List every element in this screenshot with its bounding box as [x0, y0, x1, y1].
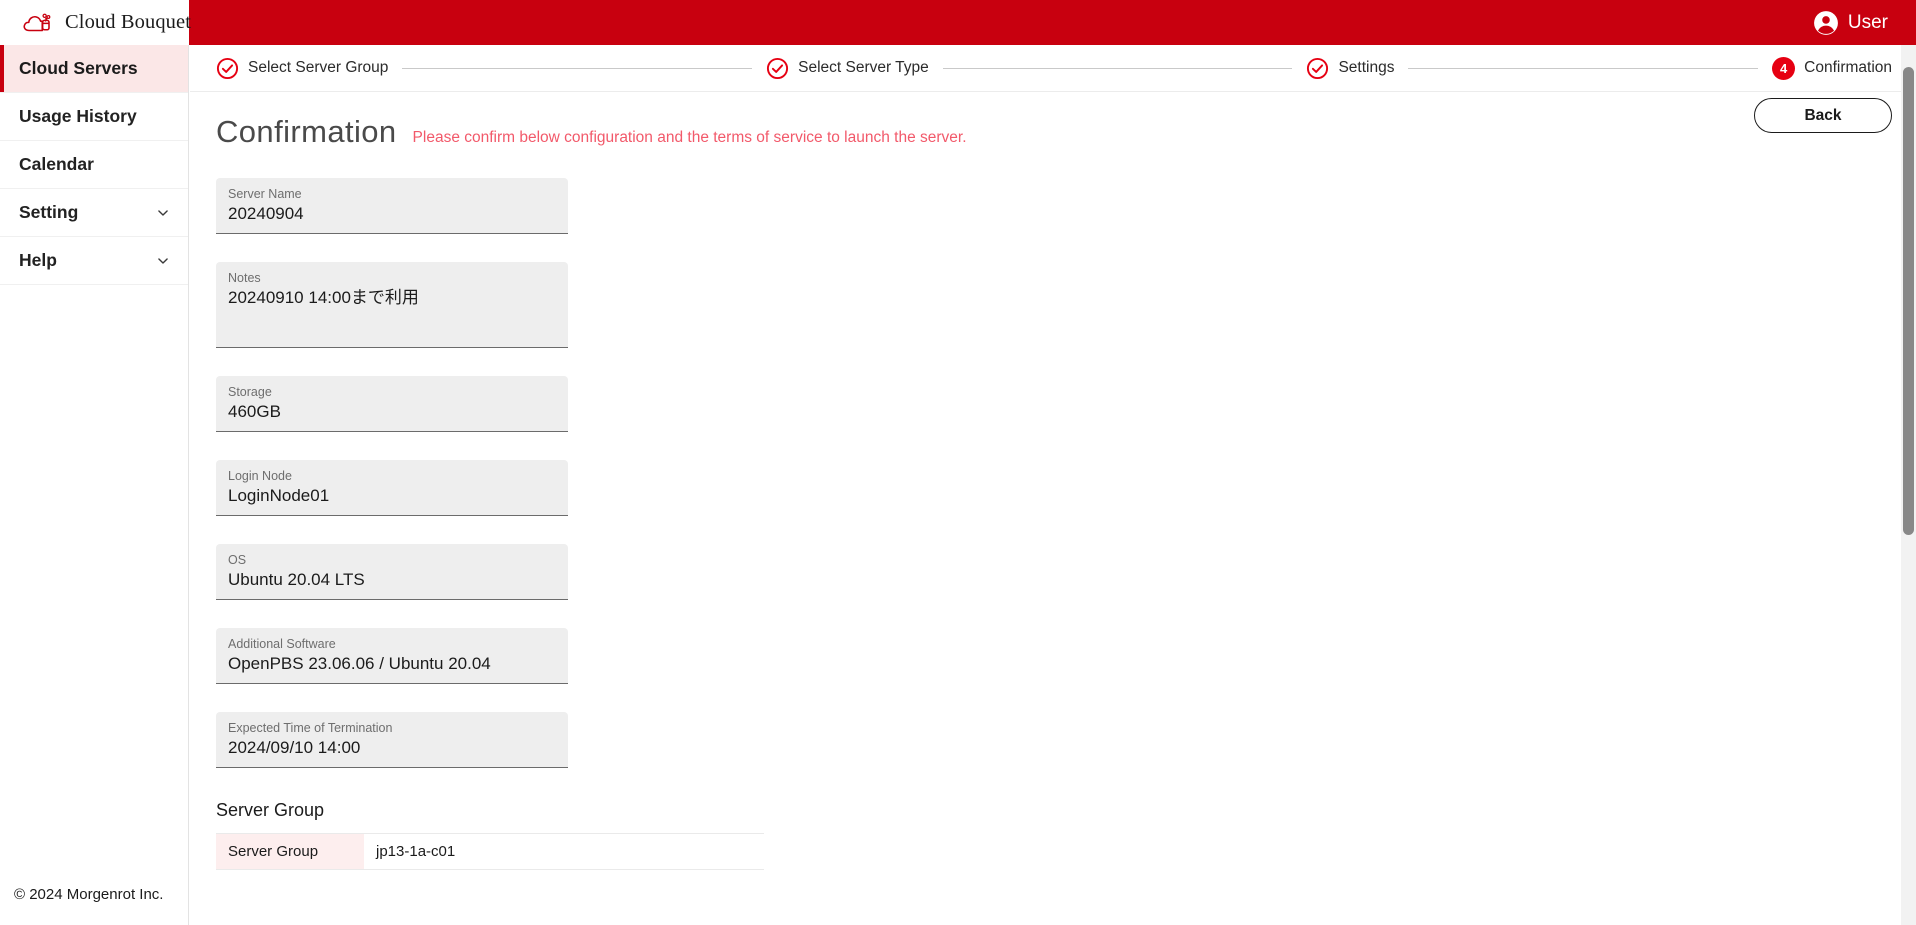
- field-server-name[interactable]: Server Name 20240904: [216, 178, 568, 234]
- field-value: 20240910 14:00まで利用: [228, 288, 419, 307]
- sidebar-item-usage-history[interactable]: Usage History: [0, 93, 188, 141]
- page-title: Confirmation: [216, 114, 397, 149]
- sidebar-navigation: Cloud Servers Usage History Calendar Set…: [0, 45, 189, 925]
- field-storage[interactable]: Storage 460GB: [216, 376, 568, 432]
- step-connector: [402, 67, 753, 69]
- page-header: Confirmation Please confirm below config…: [190, 92, 1916, 150]
- scrollbar-thumb[interactable]: [1903, 67, 1914, 535]
- field-label: OS: [228, 553, 247, 567]
- vertical-scrollbar[interactable]: [1901, 45, 1916, 925]
- sidebar-item-label: Cloud Servers: [19, 58, 138, 78]
- sidebar-item-label: Usage History: [19, 106, 137, 126]
- table-row-key: Server Group: [216, 834, 364, 869]
- user-label: User: [1847, 11, 1888, 33]
- table-row-value: jp13-1a-c01: [376, 843, 456, 860]
- check-circle-icon: [767, 57, 789, 79]
- field-value: OpenPBS 23.06.06 / Ubuntu 20.04: [228, 654, 491, 673]
- field-login-node[interactable]: Login Node LoginNode01: [216, 460, 568, 516]
- wizard-stepper: Select Server Group Select Server Type S…: [190, 45, 1916, 92]
- field-value: 20240904: [228, 204, 304, 223]
- field-label: Login Node: [228, 469, 292, 483]
- step-label: Confirmation: [1804, 59, 1893, 76]
- sidebar-item-label: Calendar: [19, 154, 94, 174]
- step-settings[interactable]: Settings: [1306, 57, 1394, 80]
- step-select-server-group[interactable]: Select Server Group: [216, 57, 388, 80]
- sidebar-item-calendar[interactable]: Calendar: [0, 141, 188, 189]
- step-connector: [1408, 67, 1759, 69]
- field-label: Storage: [228, 385, 272, 399]
- field-expected-time-of-termination[interactable]: Expected Time of Termination 2024/09/10 …: [216, 712, 568, 768]
- field-label: Additional Software: [228, 637, 336, 651]
- field-notes[interactable]: Notes 20240910 14:00まで利用: [216, 262, 568, 348]
- step-label: Select Server Group: [248, 59, 389, 76]
- top-app-bar: Cloud Bouquet User: [0, 0, 1916, 45]
- chevron-down-icon: [158, 209, 168, 216]
- field-value: 460GB: [228, 402, 281, 421]
- server-group-heading: Server Group: [216, 800, 325, 820]
- step-connector: [942, 67, 1293, 69]
- field-value: LoginNode01: [228, 486, 330, 505]
- field-label: Expected Time of Termination: [228, 721, 393, 735]
- sidebar-item-help[interactable]: Help: [0, 237, 188, 285]
- main-content: Select Server Group Select Server Type S…: [190, 45, 1916, 925]
- sidebar-item-setting[interactable]: Setting: [0, 189, 188, 237]
- brand-title: Cloud Bouquet: [65, 11, 192, 33]
- account-circle-icon: [1813, 10, 1838, 35]
- field-value: 2024/09/10 14:00: [228, 738, 361, 757]
- field-value: Ubuntu 20.04 LTS: [228, 570, 365, 589]
- page-subtitle: Please confirm below configuration and t…: [412, 129, 967, 146]
- field-label: Server Name: [228, 187, 302, 201]
- check-circle-icon: [1307, 57, 1329, 79]
- sidebar-item-label: Help: [19, 250, 57, 270]
- sidebar-item-cloud-servers[interactable]: Cloud Servers: [0, 45, 188, 93]
- step-select-server-type[interactable]: Select Server Type: [766, 57, 929, 80]
- step-confirmation[interactable]: 4 Confirmation: [1772, 56, 1893, 80]
- check-circle-icon: [216, 57, 239, 79]
- step-number-badge: 4: [1772, 56, 1796, 80]
- configuration-fields: Server Name 20240904 Notes 20240910 14:0…: [190, 150, 1916, 768]
- chevron-down-icon: [158, 257, 168, 264]
- brand-zone: Cloud Bouquet: [0, 0, 192, 45]
- back-button[interactable]: Back: [1754, 98, 1892, 133]
- field-os[interactable]: OS Ubuntu 20.04 LTS: [216, 544, 568, 600]
- field-label: Notes: [228, 271, 261, 285]
- footer-copyright: © 2024 Morgenrot Inc.: [14, 886, 164, 903]
- sidebar-item-label: Setting: [19, 202, 79, 222]
- step-label: Select Server Type: [798, 59, 929, 76]
- server-group-table: Server Group jp13-1a-c01: [216, 833, 764, 870]
- user-menu-button[interactable]: User: [1813, 10, 1916, 36]
- field-additional-software[interactable]: Additional Software OpenPBS 23.06.06 / U…: [216, 628, 568, 684]
- cloud-bouquet-logo-icon: [23, 13, 51, 31]
- step-label: Settings: [1338, 59, 1395, 76]
- table-row: Server Group jp13-1a-c01: [216, 834, 764, 870]
